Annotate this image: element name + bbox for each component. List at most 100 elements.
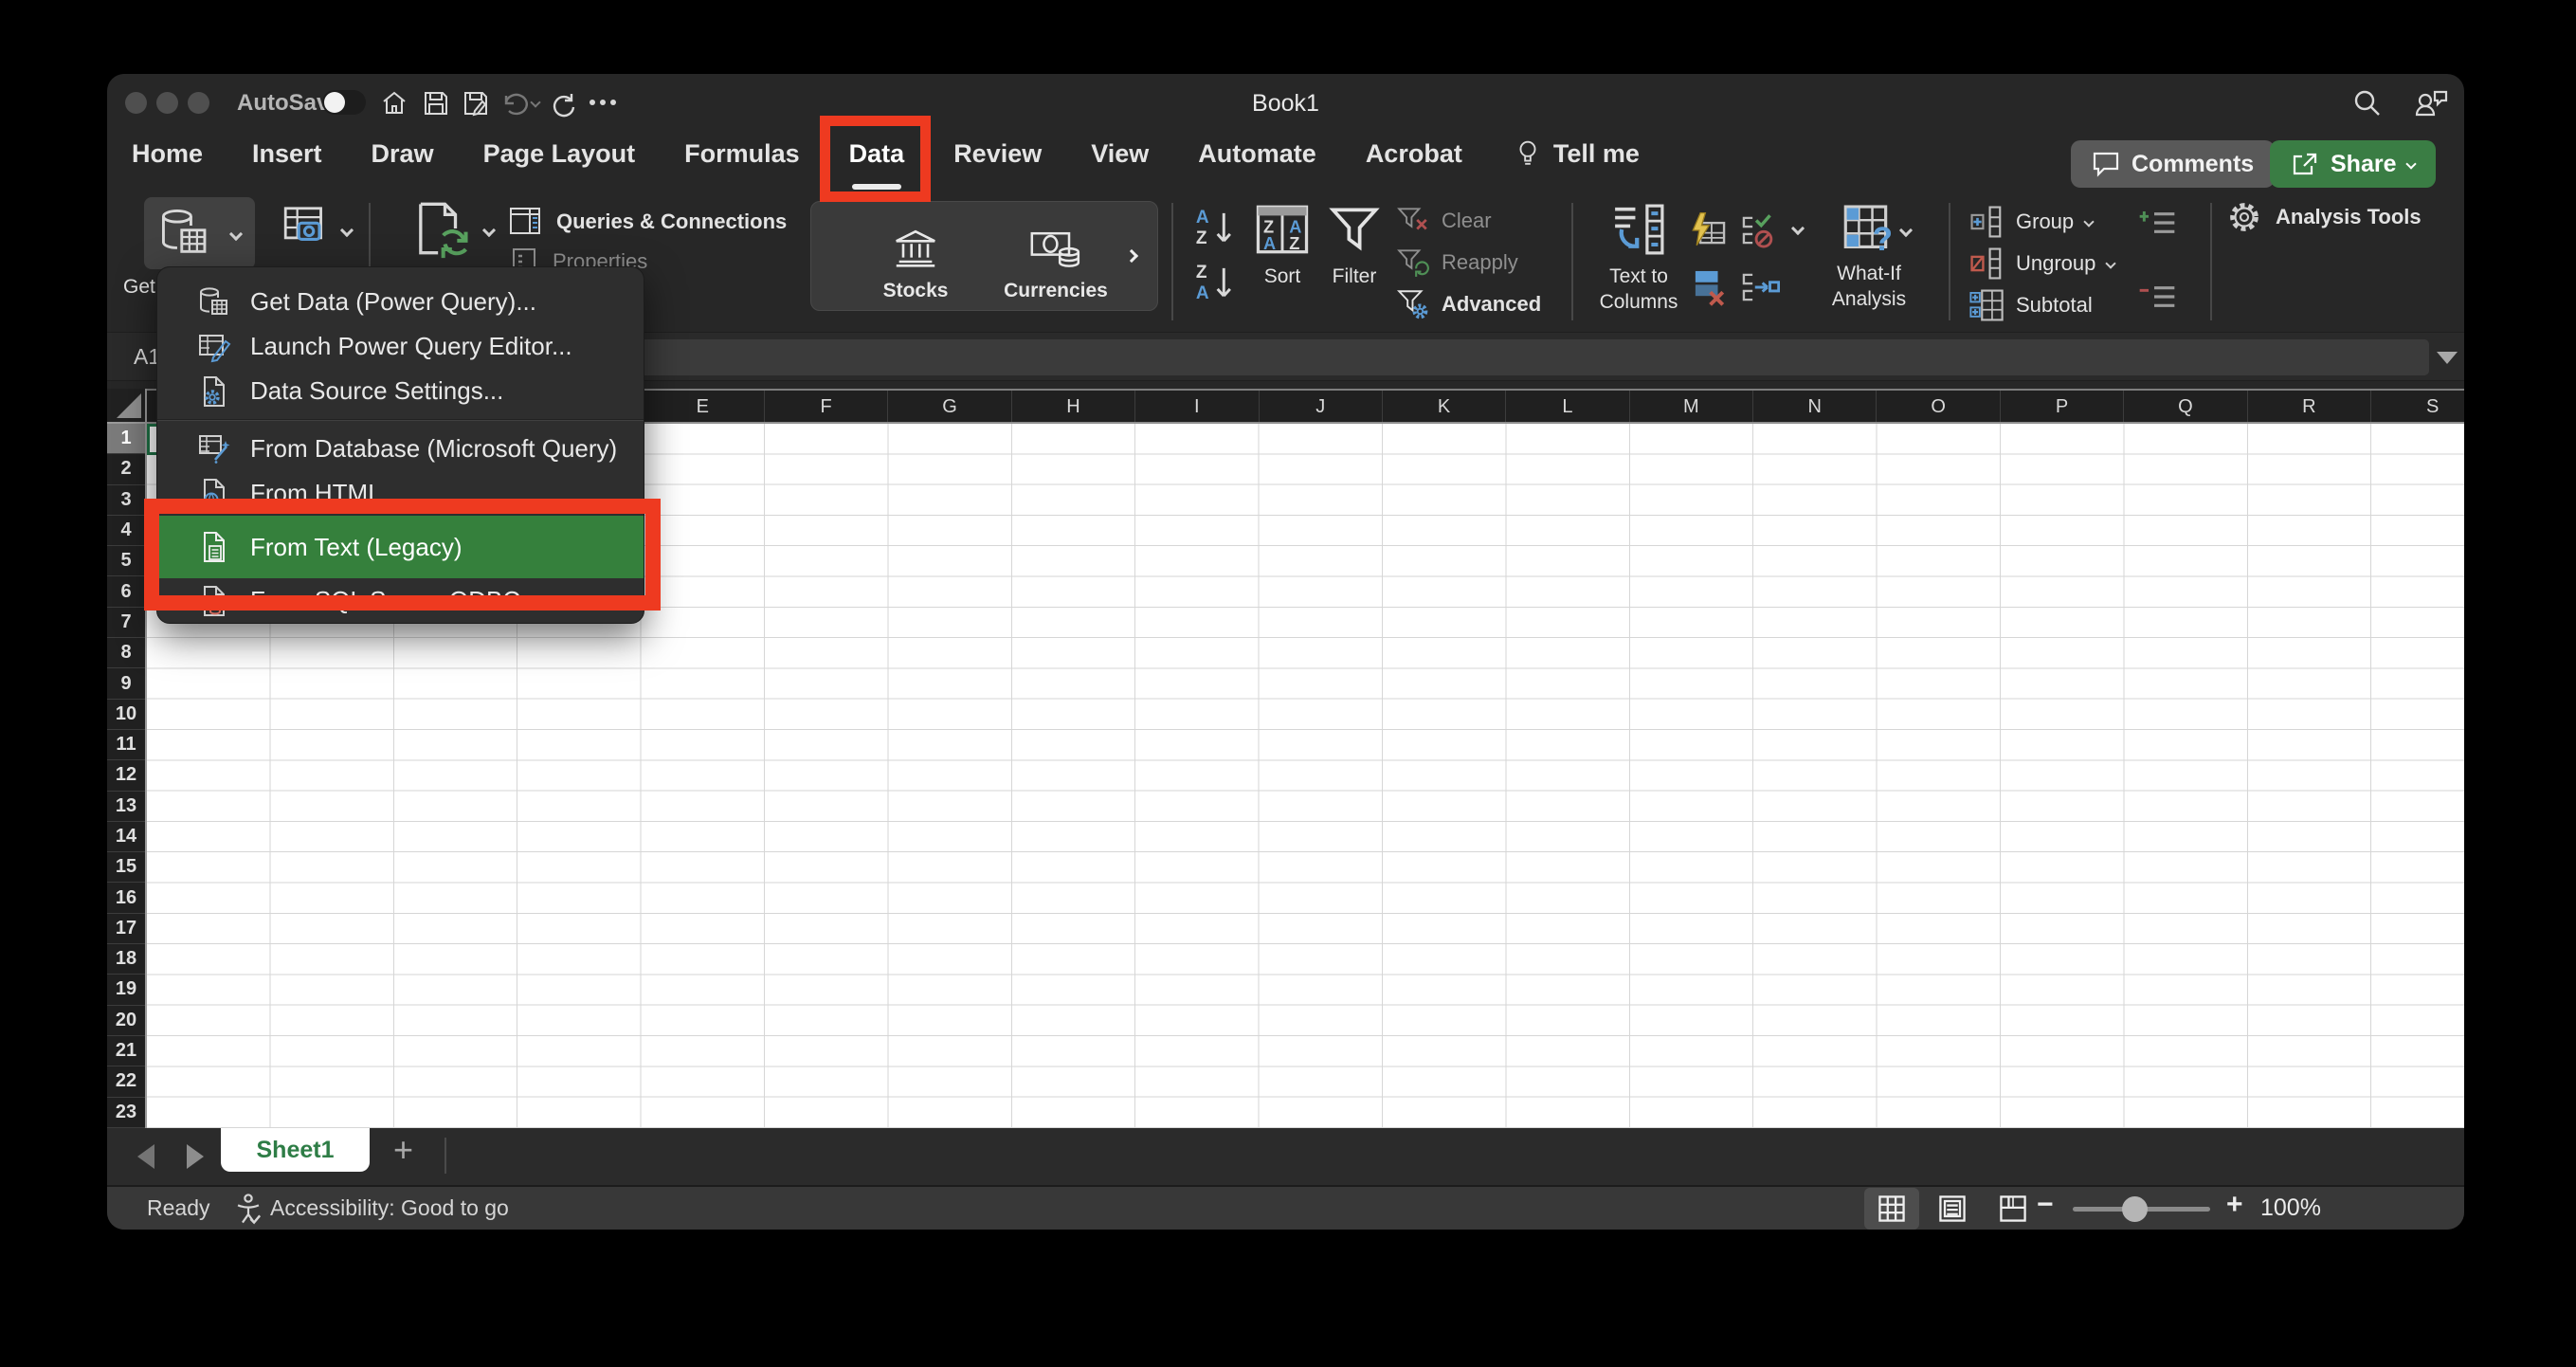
row-header[interactable]: 3 bbox=[107, 485, 145, 516]
menu-item[interactable]: Get Data (Power Query)... bbox=[157, 280, 644, 324]
row-header[interactable]: 2 bbox=[107, 454, 145, 484]
reapply-filter-button[interactable]: Reapply bbox=[1396, 247, 1518, 278]
row-header[interactable]: 6 bbox=[107, 576, 145, 607]
data-validation-button[interactable] bbox=[1740, 210, 1780, 250]
more-commands-icon[interactable] bbox=[587, 97, 619, 108]
row-header[interactable]: 23 bbox=[107, 1098, 145, 1128]
zoom-level[interactable]: 100% bbox=[2260, 1194, 2321, 1222]
column-header[interactable]: F bbox=[765, 391, 888, 424]
currencies-data-type[interactable]: Currencies bbox=[985, 211, 1127, 302]
stocks-data-type[interactable]: Stocks bbox=[844, 211, 987, 302]
data-validation-chevron-icon[interactable] bbox=[1791, 222, 1805, 235]
formula-bar-dropdown-icon[interactable] bbox=[2437, 352, 2458, 364]
clear-filter-button[interactable]: Clear bbox=[1396, 206, 1492, 236]
queries-connections-button[interactable]: Queries & Connections bbox=[509, 207, 787, 237]
minimize-window-icon[interactable] bbox=[156, 92, 178, 114]
home-icon[interactable] bbox=[379, 88, 409, 118]
autosave-toggle[interactable] bbox=[322, 90, 366, 115]
column-header[interactable]: Q bbox=[2124, 391, 2247, 424]
share-button[interactable]: Share bbox=[2270, 140, 2436, 188]
add-sheet-button[interactable]: + bbox=[393, 1130, 413, 1170]
column-header[interactable]: H bbox=[1012, 391, 1135, 424]
ungroup-button[interactable]: Ungroup bbox=[1968, 246, 2114, 281]
column-header[interactable]: I bbox=[1135, 391, 1259, 424]
row-header[interactable]: 19 bbox=[107, 975, 145, 1005]
row-header[interactable]: 10 bbox=[107, 700, 145, 730]
from-picture-chevron-icon[interactable] bbox=[340, 224, 354, 237]
advanced-filter-button[interactable]: Advanced bbox=[1396, 289, 1541, 319]
ribbon-tab[interactable]: Home bbox=[132, 139, 203, 169]
column-header[interactable]: O bbox=[1877, 391, 2000, 424]
undo-icon[interactable] bbox=[498, 88, 528, 118]
column-header[interactable]: P bbox=[2001, 391, 2124, 424]
ribbon-tab[interactable]: Page Layout bbox=[483, 139, 636, 169]
hide-detail-button[interactable] bbox=[2136, 278, 2180, 316]
row-header[interactable]: 13 bbox=[107, 792, 145, 822]
column-header[interactable]: M bbox=[1630, 391, 1753, 424]
ribbon-tab[interactable]: View bbox=[1091, 139, 1149, 169]
ribbon-tab[interactable]: Formulas bbox=[684, 139, 800, 169]
column-header[interactable]: J bbox=[1260, 391, 1383, 424]
row-header[interactable]: 16 bbox=[107, 883, 145, 913]
ribbon-tab[interactable]: Tell me bbox=[1512, 137, 1640, 170]
show-detail-button[interactable] bbox=[2136, 204, 2180, 242]
prev-sheet-icon[interactable] bbox=[137, 1144, 154, 1169]
ribbon-tab[interactable]: Data bbox=[849, 139, 905, 169]
refresh-all-button[interactable] bbox=[408, 197, 471, 260]
save-icon[interactable] bbox=[421, 88, 451, 118]
what-if-analysis-button[interactable]: ? What-If Analysis bbox=[1819, 201, 1919, 312]
column-header[interactable]: N bbox=[1753, 391, 1877, 424]
row-header[interactable]: 8 bbox=[107, 638, 145, 668]
zoom-out-button[interactable]: − bbox=[2037, 1189, 2054, 1221]
row-header[interactable]: 17 bbox=[107, 914, 145, 944]
menu-item[interactable]: From Text (Legacy) bbox=[157, 516, 644, 578]
menu-item[interactable]: From SQL Server ODBC bbox=[157, 578, 644, 623]
filter-button[interactable]: Filter bbox=[1322, 201, 1387, 289]
column-header[interactable]: K bbox=[1383, 391, 1506, 424]
row-header[interactable]: 9 bbox=[107, 668, 145, 699]
comments-button[interactable]: Comments bbox=[2071, 140, 2275, 188]
flash-fill-button[interactable] bbox=[1688, 210, 1728, 250]
ribbon-tab[interactable]: Draw bbox=[372, 139, 434, 169]
row-header[interactable]: 15 bbox=[107, 852, 145, 883]
row-header[interactable]: 20 bbox=[107, 1006, 145, 1036]
accessibility-icon[interactable] bbox=[233, 1193, 263, 1225]
subtotal-button[interactable]: Subtotal bbox=[1968, 288, 2093, 322]
zoom-slider-thumb[interactable] bbox=[2122, 1196, 2148, 1222]
column-header[interactable]: G bbox=[888, 391, 1011, 424]
row-header[interactable]: 22 bbox=[107, 1066, 145, 1097]
page-layout-view-button[interactable] bbox=[1925, 1188, 1980, 1230]
next-sheet-icon[interactable] bbox=[187, 1144, 204, 1169]
zoom-window-icon[interactable] bbox=[188, 92, 209, 114]
row-header[interactable]: 21 bbox=[107, 1036, 145, 1066]
sheet-tab-sheet1[interactable]: Sheet1 bbox=[221, 1128, 370, 1172]
ribbon-tab[interactable]: Insert bbox=[252, 139, 322, 169]
remove-duplicates-button[interactable] bbox=[1688, 267, 1728, 307]
get-data-button[interactable] bbox=[144, 197, 255, 269]
row-header[interactable]: 12 bbox=[107, 760, 145, 791]
row-header[interactable]: 1 bbox=[107, 424, 145, 454]
ribbon-tab[interactable]: Automate bbox=[1198, 139, 1316, 169]
sort-az-button[interactable]: AZ bbox=[1193, 205, 1235, 252]
from-picture-button[interactable] bbox=[280, 201, 333, 254]
search-icon[interactable] bbox=[2351, 87, 2384, 119]
row-header[interactable]: 5 bbox=[107, 546, 145, 576]
text-to-columns-button[interactable]: Text to Columns bbox=[1586, 199, 1692, 315]
group-button[interactable]: Group bbox=[1968, 205, 2093, 239]
normal-view-button[interactable] bbox=[1864, 1188, 1919, 1230]
save-as-icon[interactable] bbox=[461, 88, 491, 118]
menu-item[interactable]: Launch Power Query Editor... bbox=[157, 324, 644, 369]
row-header[interactable]: 4 bbox=[107, 516, 145, 546]
row-header[interactable]: 18 bbox=[107, 944, 145, 975]
ribbon-tab[interactable]: Acrobat bbox=[1366, 139, 1462, 169]
row-header[interactable]: 11 bbox=[107, 730, 145, 760]
consolidate-button[interactable] bbox=[1740, 267, 1780, 307]
undo-menu-chevron-icon[interactable] bbox=[530, 97, 540, 107]
refresh-all-chevron-icon[interactable] bbox=[482, 224, 496, 237]
redo-icon[interactable] bbox=[549, 88, 579, 118]
menu-item[interactable]: From HTML bbox=[157, 471, 644, 516]
page-break-view-button[interactable] bbox=[1986, 1188, 2041, 1230]
select-all-corner[interactable] bbox=[107, 389, 147, 424]
sort-button[interactable]: ZA AZ Sort bbox=[1248, 201, 1316, 289]
column-header[interactable]: E bbox=[642, 391, 765, 424]
